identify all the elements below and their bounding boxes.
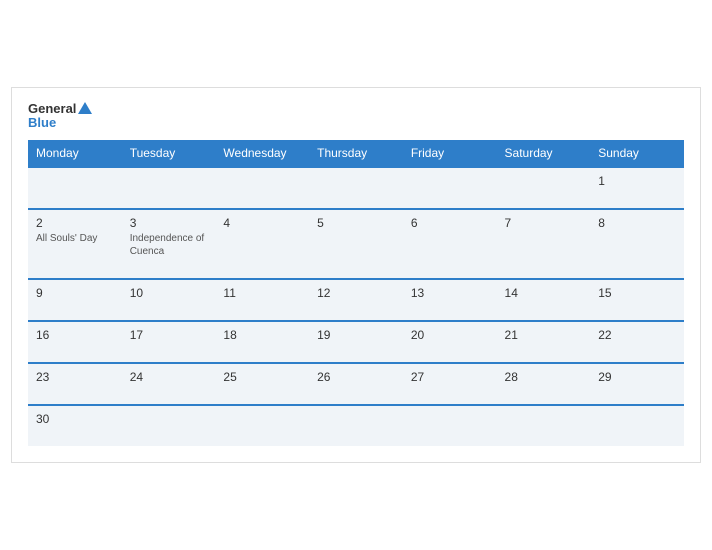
calendar-cell: 17 [122,321,216,363]
calendar-cell: 18 [215,321,309,363]
day-number: 29 [598,370,676,384]
calendar-cell: 27 [403,363,497,405]
day-number: 21 [505,328,583,342]
calendar-week-row: 9 10 11 12 13 14 15 [28,279,684,321]
calendar-cell: 13 [403,279,497,321]
calendar-cell [309,405,403,446]
day-number: 26 [317,370,395,384]
calendar-week-row: 30 [28,405,684,446]
calendar-cell [122,405,216,446]
calendar-cell: 26 [309,363,403,405]
day-number: 16 [36,328,114,342]
calendar-cell: 6 [403,209,497,279]
logo: General Blue [28,102,92,131]
calendar-cell [497,405,591,446]
calendar-cell: 15 [590,279,684,321]
day-number: 25 [223,370,301,384]
calendar-cell: 5 [309,209,403,279]
calendar-cell: 16 [28,321,122,363]
day-number: 17 [130,328,208,342]
day-number: 18 [223,328,301,342]
calendar-cell [403,167,497,209]
calendar-cell: 2 All Souls' Day [28,209,122,279]
calendar-thead: MondayTuesdayWednesdayThursdayFridaySatu… [28,140,684,167]
logo-blue-text: Blue [28,116,56,130]
calendar-cell: 21 [497,321,591,363]
calendar-cell: 1 [590,167,684,209]
calendar-cell [590,405,684,446]
calendar-cell: 12 [309,279,403,321]
calendar-table: MondayTuesdayWednesdayThursdayFridaySatu… [28,140,684,446]
calendar-cell [497,167,591,209]
day-number: 24 [130,370,208,384]
logo-triangle-icon [78,102,92,114]
calendar-cell: 14 [497,279,591,321]
calendar-cell: 28 [497,363,591,405]
weekday-header-saturday: Saturday [497,140,591,167]
calendar-cell: 20 [403,321,497,363]
day-number: 19 [317,328,395,342]
calendar-cell: 29 [590,363,684,405]
calendar-cell: 19 [309,321,403,363]
day-number: 13 [411,286,489,300]
day-number: 8 [598,216,676,230]
day-number: 9 [36,286,114,300]
calendar-cell: 8 [590,209,684,279]
calendar-cell: 4 [215,209,309,279]
calendar-cell: 23 [28,363,122,405]
calendar-cell: 30 [28,405,122,446]
day-number: 5 [317,216,395,230]
day-number: 15 [598,286,676,300]
calendar-header: General Blue [28,102,684,131]
day-number: 3 [130,216,208,230]
calendar-week-row: 16 17 18 19 20 21 22 [28,321,684,363]
calendar-wrapper: General Blue MondayTuesdayWednesdayThurs… [11,87,701,464]
day-number: 11 [223,286,301,300]
calendar-week-row: 23 24 25 26 27 28 29 [28,363,684,405]
day-number: 1 [598,174,676,188]
day-number: 23 [36,370,114,384]
day-number: 10 [130,286,208,300]
calendar-week-row: 2 All Souls' Day 3 Independence of Cuenca 4 5… [28,209,684,279]
weekday-header-friday: Friday [403,140,497,167]
calendar-cell [122,167,216,209]
day-number: 6 [411,216,489,230]
calendar-cell [309,167,403,209]
weekday-header-row: MondayTuesdayWednesdayThursdayFridaySatu… [28,140,684,167]
day-number: 27 [411,370,489,384]
weekday-header-sunday: Sunday [590,140,684,167]
day-number: 20 [411,328,489,342]
calendar-week-row: 1 [28,167,684,209]
calendar-cell: 11 [215,279,309,321]
calendar-cell: 9 [28,279,122,321]
logo-general-text: General [28,102,92,116]
calendar-cell: 25 [215,363,309,405]
calendar-cell: 10 [122,279,216,321]
day-number: 14 [505,286,583,300]
calendar-cell [215,167,309,209]
day-number: 30 [36,412,114,426]
day-number: 22 [598,328,676,342]
calendar-cell [215,405,309,446]
calendar-cell: 3 Independence of Cuenca [122,209,216,279]
weekday-header-monday: Monday [28,140,122,167]
calendar-cell: 7 [497,209,591,279]
day-number: 4 [223,216,301,230]
calendar-cell [403,405,497,446]
event-label: All Souls' Day [36,232,114,245]
weekday-header-tuesday: Tuesday [122,140,216,167]
day-number: 12 [317,286,395,300]
day-number: 7 [505,216,583,230]
day-number: 2 [36,216,114,230]
weekday-header-wednesday: Wednesday [215,140,309,167]
calendar-tbody: 12All Souls' Day3Independence of Cuenca4… [28,167,684,446]
calendar-cell: 24 [122,363,216,405]
calendar-cell [28,167,122,209]
calendar-cell: 22 [590,321,684,363]
event-label: Independence of Cuenca [130,232,208,258]
weekday-header-thursday: Thursday [309,140,403,167]
day-number: 28 [505,370,583,384]
